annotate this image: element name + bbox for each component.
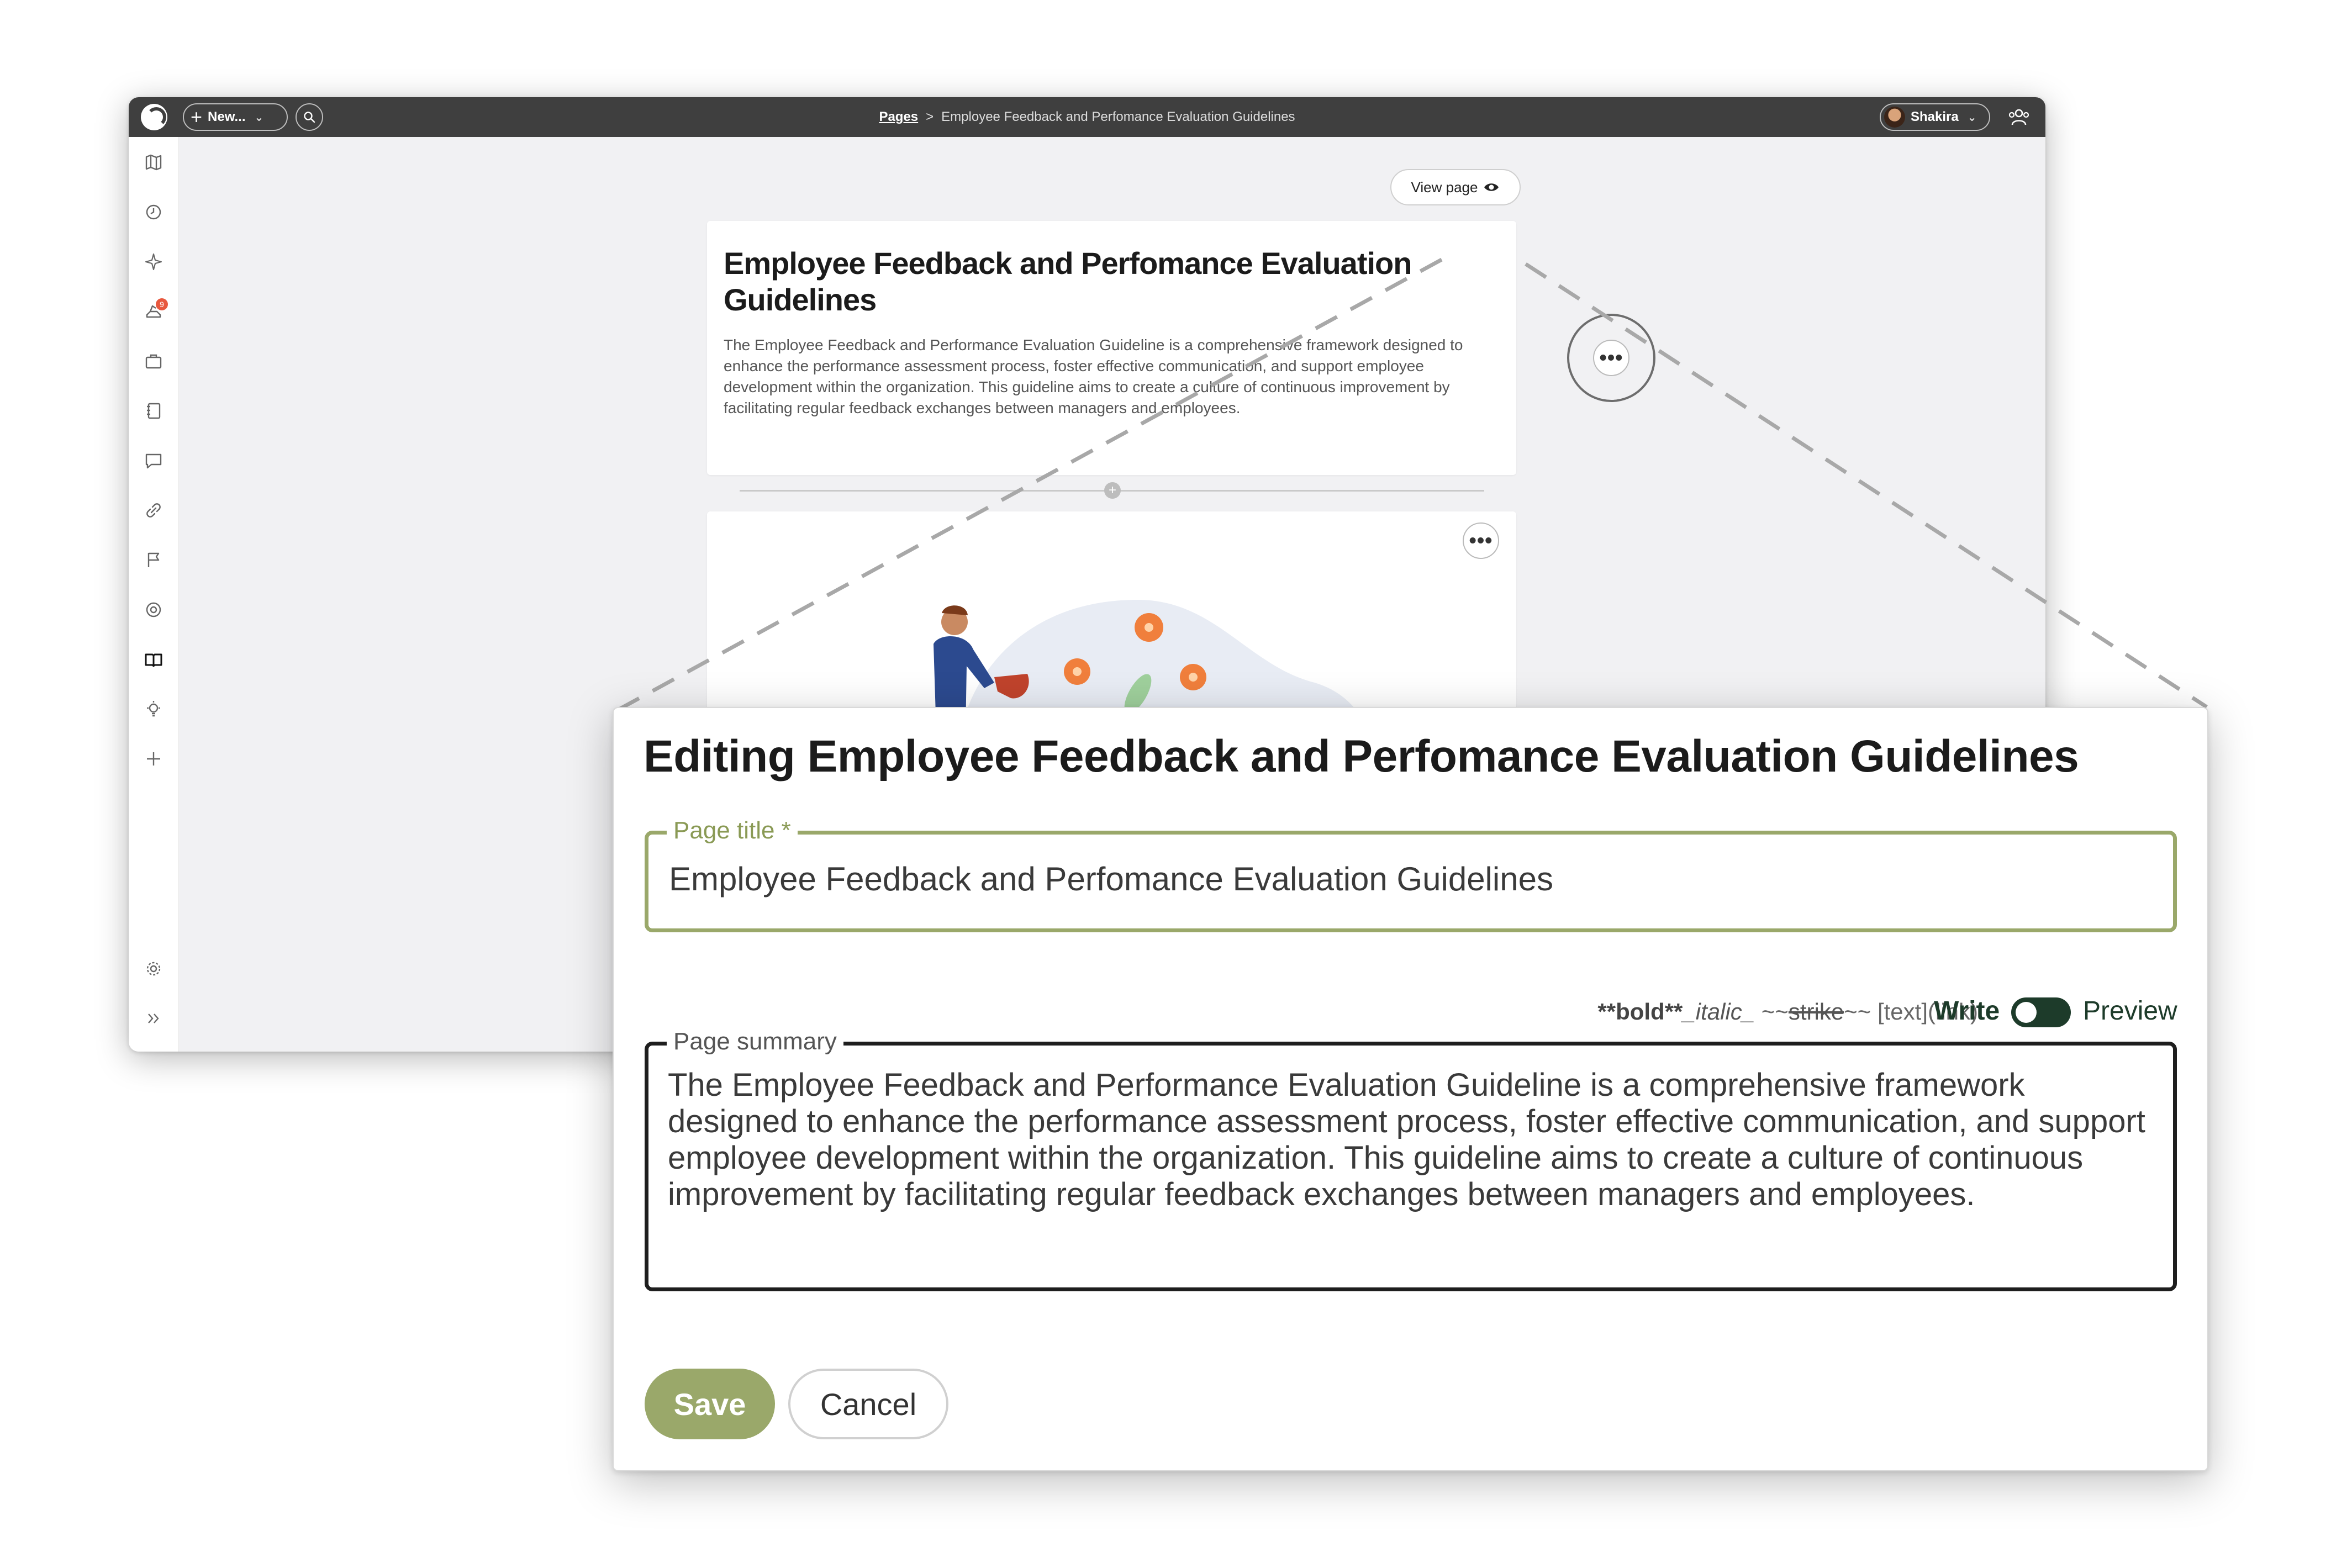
lightbulb-icon[interactable] (143, 698, 165, 720)
add-block-button[interactable]: + (1104, 482, 1121, 499)
avatar (1884, 107, 1905, 128)
pages-book-icon[interactable] (143, 648, 165, 671)
save-button[interactable]: Save (645, 1369, 775, 1439)
chevron-down-icon: ⌄ (1967, 111, 1977, 124)
sidebar: 9 (129, 137, 179, 1052)
expand-sidebar-icon[interactable] (143, 1007, 165, 1030)
markdown-hint-italic: _italic_ (1683, 999, 1755, 1025)
breadcrumb: Pages > Employee Feedback and Perfomance… (129, 97, 2045, 137)
notification-badge: 9 (156, 298, 168, 310)
view-page-label: View page (1411, 178, 1478, 196)
flag-icon[interactable] (143, 549, 165, 571)
settings-gear-icon[interactable] (143, 958, 165, 980)
clock-icon[interactable] (143, 201, 165, 223)
user-menu-button[interactable]: Shakira ⌄ (1880, 103, 1990, 131)
briefcase-icon[interactable] (143, 350, 165, 372)
markdown-hint: **bold**_italic_ ~~strike~~ [text](link) (1497, 995, 1978, 1028)
preview-mode-label[interactable]: Preview (2083, 994, 2177, 1028)
add-icon[interactable] (143, 748, 165, 770)
notifications-icon[interactable]: 9 (143, 298, 168, 323)
eye-icon (1484, 183, 1499, 191)
page-summary-textarea[interactable]: The Employee Feedback and Performance Ev… (668, 1067, 2159, 1213)
breadcrumb-separator: > (926, 109, 934, 124)
top-bar: + New... ⌄ Pages > Employee Feedback and… (129, 97, 2045, 137)
card-page-title: Employee Feedback and Perfomance Evaluat… (724, 246, 1412, 317)
breadcrumb-pages-link[interactable]: Pages (879, 109, 918, 125)
breadcrumb-current: Employee Feedback and Perfomance Evaluat… (941, 109, 1295, 124)
markdown-hint-strike: strike (1788, 999, 1844, 1025)
notebook-icon[interactable] (143, 400, 165, 422)
card-page-summary: The Employee Feedback and Performance Ev… (724, 336, 1463, 416)
map-icon[interactable] (143, 151, 165, 173)
write-preview-toggle[interactable] (2011, 997, 2071, 1027)
header-more-options-button[interactable]: ••• (1593, 340, 1629, 376)
page-title-input[interactable] (668, 845, 2161, 912)
markdown-hint-strike-prefix: ~~ (1761, 999, 1789, 1025)
team-icon[interactable] (2008, 107, 2030, 127)
cancel-button[interactable]: Cancel (788, 1369, 948, 1439)
lifebuoy-icon[interactable] (143, 599, 165, 621)
image-block-more-options-button[interactable]: ••• (1463, 522, 1499, 559)
view-page-button[interactable]: View page (1390, 169, 1521, 205)
edit-page-modal: Editing Employee Feedback and Perfomance… (613, 707, 2208, 1471)
user-name: Shakira (1911, 109, 1959, 124)
modal-heading: Editing Employee Feedback and Perfomance… (644, 731, 2079, 782)
markdown-hint-bold: **bold** (1597, 999, 1683, 1025)
page-title-label: Page title * (667, 814, 798, 847)
link-icon[interactable] (143, 499, 165, 521)
chat-icon[interactable] (143, 450, 165, 472)
page-header-card: Employee Feedback and Perfomance Evaluat… (707, 221, 1516, 475)
compass-icon[interactable] (143, 251, 165, 273)
write-mode-label[interactable]: Write (1934, 994, 2000, 1028)
markdown-hint-strike-suffix: ~~ (1844, 999, 1871, 1025)
page-summary-label: Page summary (667, 1025, 843, 1058)
